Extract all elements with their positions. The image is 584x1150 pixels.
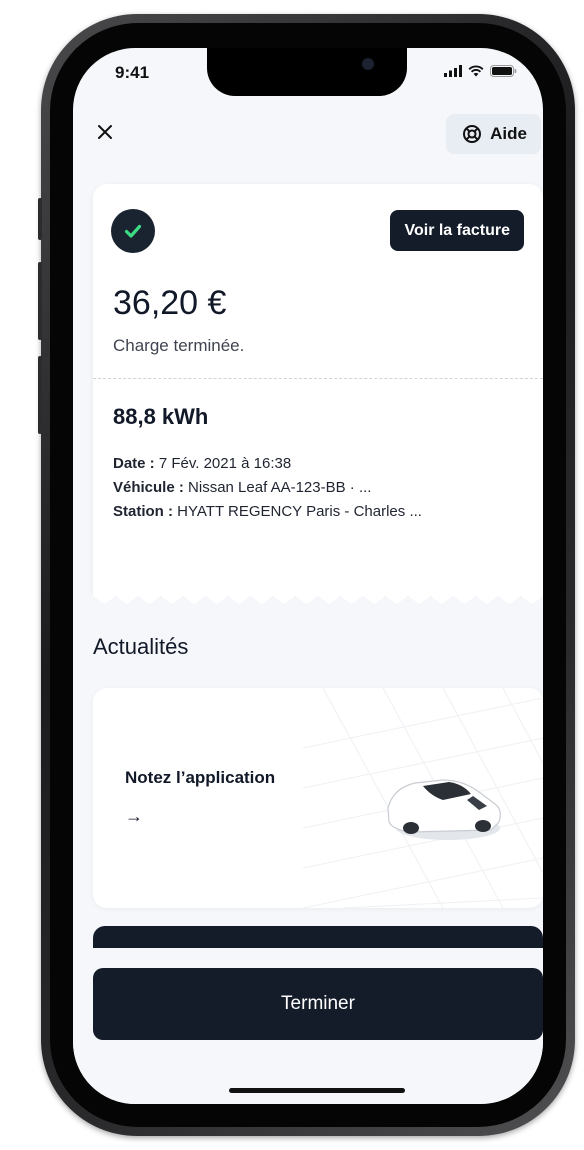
arrow-right-icon: → (125, 806, 143, 826)
detail-vehicle: Véhicule : Nissan Leaf AA-123-BB · ... (113, 476, 528, 500)
receipt-torn-edge (93, 592, 543, 604)
rate-app-title: Notez l’application (125, 768, 276, 787)
phone-side-button (38, 198, 42, 240)
battery-icon (490, 65, 517, 77)
detail-station-label: Station : (113, 503, 173, 520)
finish-button[interactable]: Terminer (93, 968, 543, 1040)
status-time: 9:41 (115, 63, 150, 82)
lifebuoy-icon (463, 125, 482, 143)
detail-date-label: Date : (113, 455, 155, 472)
detail-vehicle-value: Nissan Leaf AA-123-BB · ... (183, 479, 372, 496)
detail-station-value: HYATT REGENCY Paris - Charles ... (173, 503, 422, 520)
help-label: Aide (490, 124, 527, 143)
rate-app-card[interactable]: Notez l’application → (93, 688, 543, 908)
receipt-divider (93, 378, 543, 379)
home-indicator[interactable] (229, 1088, 405, 1093)
check-icon (124, 224, 142, 238)
front-camera (362, 58, 374, 70)
charge-status-text: Charge terminée. (113, 336, 245, 355)
detail-date-value: 7 Fév. 2021 à 16:38 (154, 455, 292, 472)
phone-volume-down-button (38, 356, 42, 434)
charge-details: Date : 7 Fév. 2021 à 16:38 Véhicule : Ni… (113, 452, 528, 524)
car-illustration (303, 688, 543, 908)
notch (207, 48, 407, 96)
close-icon (98, 125, 112, 139)
energy-delivered: 88,8 kWh (113, 404, 209, 429)
wifi-icon (468, 65, 484, 77)
help-button[interactable]: Aide (446, 114, 541, 154)
status-icons (444, 65, 517, 77)
success-check-icon (111, 209, 155, 253)
news-section-title: Actualités (93, 634, 189, 659)
receipt-card: Voir la facture 36,20 € Charge terminée.… (93, 184, 543, 604)
detail-vehicle-label: Véhicule : (113, 479, 184, 496)
view-invoice-button[interactable]: Voir la facture (390, 210, 524, 251)
cellular-signal-icon (444, 65, 462, 77)
detail-station: Station : HYATT REGENCY Paris - Charles … (113, 500, 528, 524)
detail-date: Date : 7 Fév. 2021 à 16:38 (113, 452, 528, 476)
phone-volume-up-button (38, 262, 42, 340)
close-button[interactable] (91, 118, 119, 146)
app-screen: 9:41 Aide Voir la facture 36,20 € Charge… (73, 48, 543, 1104)
charge-amount: 36,20 € (113, 284, 227, 322)
